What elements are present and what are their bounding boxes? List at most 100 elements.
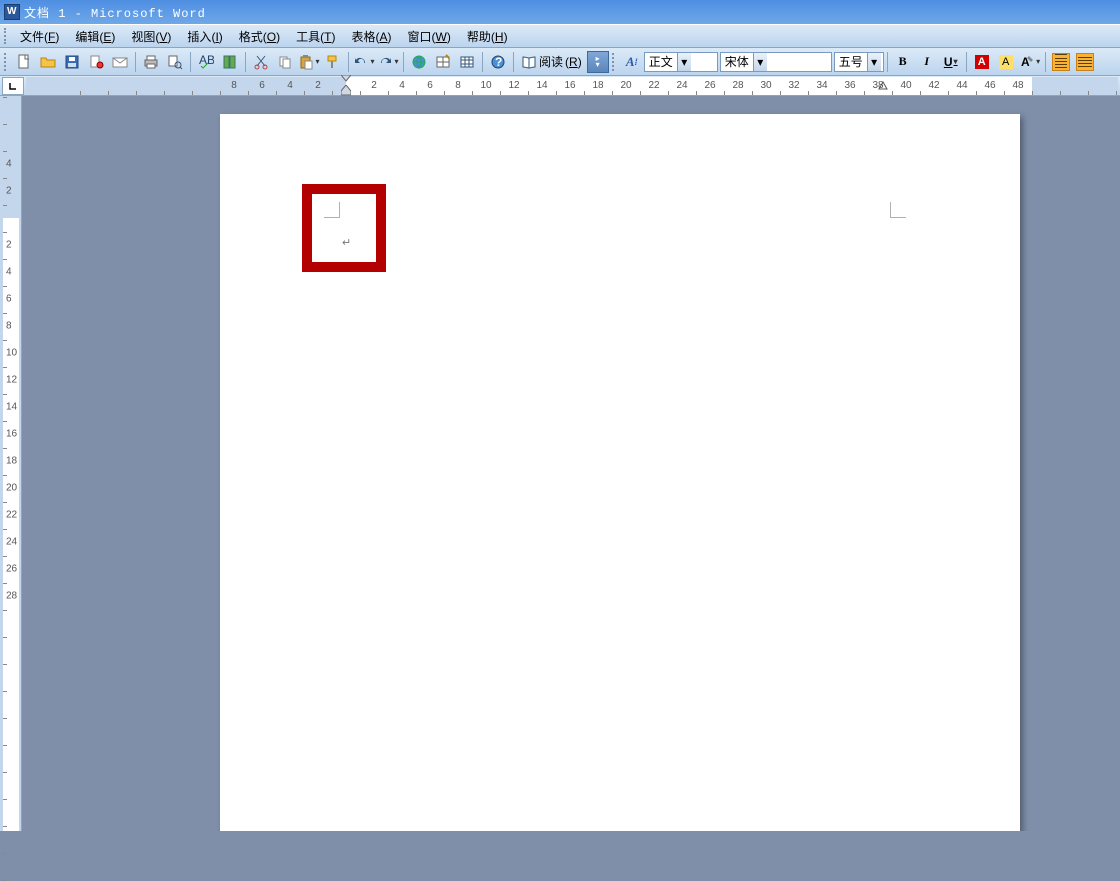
- font-value: 宋体: [725, 53, 749, 70]
- chevron-down-icon[interactable]: ▾: [954, 57, 958, 66]
- right-indent-marker[interactable]: [878, 80, 888, 92]
- formatting-grip[interactable]: [612, 53, 616, 71]
- separator: [348, 52, 349, 72]
- print-preview-button[interactable]: [164, 51, 186, 73]
- redo-button[interactable]: ▾: [377, 51, 399, 73]
- separator: [245, 52, 246, 72]
- menu-window[interactable]: 窗口(W): [400, 26, 459, 47]
- ruler-number: 8: [231, 80, 237, 91]
- menu-bar: 文件(F) 编辑(E) 视图(V) 插入(I) 格式(O) 工具(T) 表格(A…: [0, 24, 1120, 48]
- research-button[interactable]: [219, 51, 241, 73]
- format-painter-button[interactable]: [322, 51, 344, 73]
- separator: [513, 52, 514, 72]
- menu-help[interactable]: 帮助(H): [459, 26, 516, 47]
- tables-borders-button[interactable]: [432, 51, 454, 73]
- ruler-number: 28: [732, 80, 743, 91]
- ruler-number: 6: [427, 80, 433, 91]
- insert-table-button[interactable]: [456, 51, 478, 73]
- chevron-down-icon[interactable]: ▾: [677, 53, 691, 71]
- separator: [1045, 52, 1046, 72]
- ruler-number: 44: [956, 80, 967, 91]
- cut-button[interactable]: [250, 51, 272, 73]
- menu-grip[interactable]: [4, 28, 8, 44]
- open-button[interactable]: [37, 51, 59, 73]
- highlight-button[interactable]: A: [995, 51, 1017, 73]
- menu-edit[interactable]: 编辑(E): [67, 26, 123, 47]
- workspace: 42246810121416182022242628 ↵: [0, 96, 1120, 831]
- chevron-down-icon[interactable]: ▾: [370, 57, 374, 66]
- underline-button[interactable]: U▾: [940, 51, 962, 73]
- word-app-icon: [4, 4, 20, 20]
- new-button[interactable]: [13, 51, 35, 73]
- ruler-number: 16: [564, 80, 575, 91]
- ruler-number: 10: [480, 80, 491, 91]
- align-left-icon: [1052, 53, 1070, 71]
- ruler-number: 8: [455, 80, 461, 91]
- mail-button[interactable]: [109, 51, 131, 73]
- spelling-button[interactable]: ABC: [195, 51, 217, 73]
- separator: [135, 52, 136, 72]
- ruler-number: 2: [371, 80, 377, 91]
- undo-button[interactable]: ▾: [353, 51, 375, 73]
- print-button[interactable]: [140, 51, 162, 73]
- ruler-number: 40: [900, 80, 911, 91]
- chevron-down-icon[interactable]: ▾: [867, 53, 881, 71]
- hyperlink-button[interactable]: [408, 51, 430, 73]
- italic-button[interactable]: I: [916, 51, 938, 73]
- reading-layout-button[interactable]: 阅读(R): [517, 51, 586, 73]
- menu-table[interactable]: 表格(A): [344, 26, 400, 47]
- horizontal-ruler[interactable]: 8642246810121416182022242628303234363840…: [26, 77, 1118, 95]
- menu-insert[interactable]: 插入(I): [179, 26, 230, 47]
- ruler-number: 28: [6, 591, 17, 602]
- reading-label: 阅读: [539, 53, 563, 70]
- ruler-number: 18: [592, 80, 603, 91]
- ruler-number: 4: [399, 80, 405, 91]
- separator: [966, 52, 967, 72]
- font-size-combo[interactable]: 五号 ▾: [834, 52, 884, 72]
- highlight-icon: A: [999, 55, 1013, 69]
- font-combo[interactable]: 宋体 ▾: [720, 52, 832, 72]
- toolbar-overflow-button[interactable]: ▸▾: [587, 51, 609, 73]
- align-left-button[interactable]: [1050, 51, 1072, 73]
- menu-tools[interactable]: 工具(T): [288, 26, 343, 47]
- ruler-number: 4: [287, 80, 293, 91]
- book-icon: [521, 54, 537, 70]
- chevron-down-icon[interactable]: ▾: [394, 57, 398, 66]
- ruler-number: 24: [6, 537, 17, 548]
- ruler-number: 26: [704, 80, 715, 91]
- ruler-number: 4: [6, 159, 12, 170]
- ruler-number: 14: [6, 402, 17, 413]
- char-shading-icon: A: [1019, 54, 1035, 70]
- char-shading-button[interactable]: A▾: [1019, 51, 1041, 73]
- document-area[interactable]: ↵: [22, 96, 1120, 831]
- char-border-button[interactable]: A: [971, 51, 993, 73]
- ruler-number: 14: [536, 80, 547, 91]
- style-combo[interactable]: 正文 ▾: [644, 52, 718, 72]
- separator: [482, 52, 483, 72]
- chevron-down-icon[interactable]: ▾: [315, 57, 319, 66]
- chevron-down-icon[interactable]: ▾: [1036, 57, 1040, 66]
- title-bar: 文档 1 - Microsoft Word: [0, 0, 1120, 24]
- paste-button[interactable]: ▾: [298, 51, 320, 73]
- ruler-number: 34: [816, 80, 827, 91]
- copy-button[interactable]: [274, 51, 296, 73]
- bold-button[interactable]: B: [892, 51, 914, 73]
- styles-pane-button[interactable]: A⁞: [621, 51, 643, 73]
- align-distribute-icon: [1076, 53, 1094, 71]
- permission-button[interactable]: [85, 51, 107, 73]
- page[interactable]: ↵: [220, 114, 1020, 831]
- menu-file[interactable]: 文件(F): [12, 26, 67, 47]
- chevron-down-icon[interactable]: ▾: [753, 53, 767, 71]
- align-distribute-button[interactable]: [1074, 51, 1096, 73]
- toolbar-grip[interactable]: [4, 53, 8, 71]
- help-button[interactable]: ?: [487, 51, 509, 73]
- ruler-number: 22: [6, 510, 17, 521]
- menu-format[interactable]: 格式(O): [231, 26, 288, 47]
- separator: [887, 52, 888, 72]
- margin-corner-top-right: [890, 202, 906, 218]
- vertical-ruler[interactable]: 42246810121416182022242628: [3, 96, 19, 831]
- save-button[interactable]: [61, 51, 83, 73]
- svg-text:?: ?: [495, 55, 502, 69]
- menu-view[interactable]: 视图(V): [123, 26, 179, 47]
- tab-selector[interactable]: [2, 77, 24, 95]
